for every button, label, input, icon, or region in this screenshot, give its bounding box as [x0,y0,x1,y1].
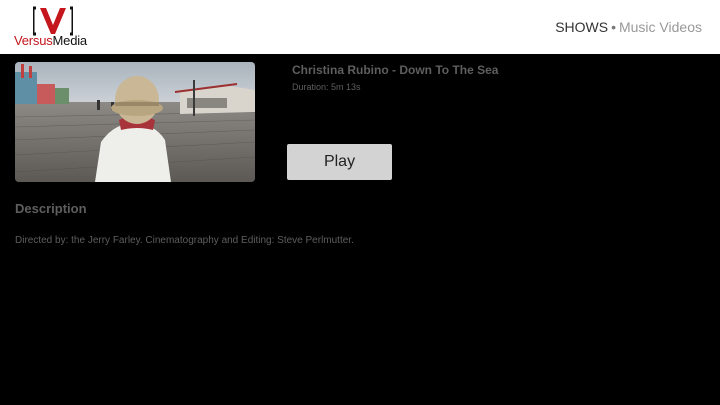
video-title: Christina Rubino - Down To The Sea [292,63,499,77]
app-header: VersusMedia SHOWS • Music Videos [0,0,720,54]
top-nav: SHOWS • Music Videos [555,19,702,35]
nav-item-music-videos[interactable]: Music Videos [619,19,702,35]
nav-item-shows[interactable]: SHOWS [555,19,608,35]
play-button[interactable]: Play [287,144,392,180]
video-duration: Duration: 5m 13s [292,82,361,92]
versus-v-logo-icon [33,6,73,36]
logo-wordmark: VersusMedia [14,34,87,48]
versus-media-logo: VersusMedia [14,6,94,48]
description-heading: Description [15,201,87,216]
logo-word-media: Media [52,33,88,48]
nav-separator: • [611,19,616,35]
description-text: Directed by: the Jerry Farley. Cinematog… [15,235,354,246]
video-thumbnail-image [15,62,255,182]
video-thumbnail[interactable] [15,62,255,182]
logo-word-versus: Versus [14,33,53,48]
